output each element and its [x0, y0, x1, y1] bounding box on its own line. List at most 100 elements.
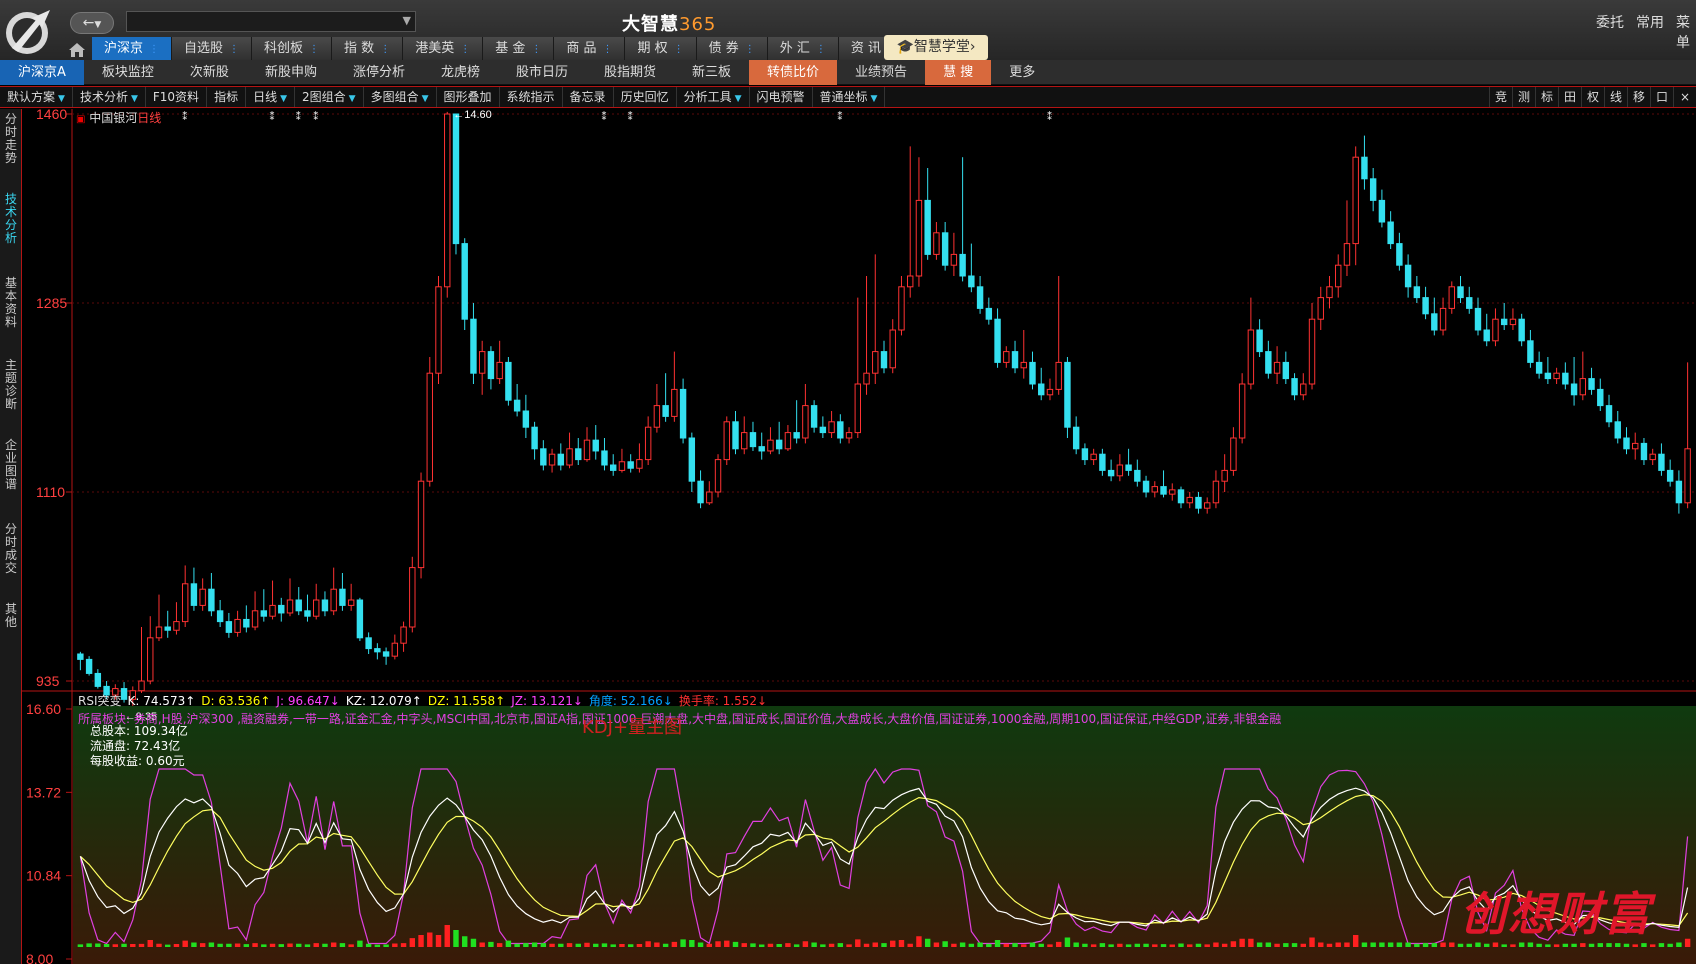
subnav-item[interactable]: 股指期货	[586, 60, 674, 85]
toolbar-button[interactable]: 2图组合 ▼	[295, 87, 364, 107]
market-tab[interactable]: 期 权 ⋮	[625, 37, 697, 60]
toolbar-button[interactable]: F10资料	[146, 87, 208, 107]
toolbar-button[interactable]: 系统指示	[500, 87, 563, 107]
toolbar-right-button[interactable]: 口	[1650, 87, 1673, 107]
volume-bar	[1309, 937, 1315, 947]
toolbar-button[interactable]: 图形叠加	[437, 87, 500, 107]
toolbar-button[interactable]: 默认方案 ▼	[0, 87, 73, 107]
market-tab[interactable]: 外 汇 ⋮	[767, 37, 839, 60]
subnav-item[interactable]: 业绩预告	[837, 60, 925, 85]
dropdown-arrow-icon[interactable]: ▼	[280, 94, 287, 104]
vertical-tab[interactable]: 企业图谱	[2, 439, 20, 491]
fundamental-label: 每股收益:	[90, 754, 143, 768]
candle-body	[1064, 361, 1071, 428]
candle-body	[1588, 378, 1595, 390]
market-tab[interactable]: 港美英 ⋮	[403, 37, 484, 60]
market-tab[interactable]: 自选股 ⋮	[172, 37, 253, 60]
vertical-tab[interactable]: 基本资料	[2, 277, 20, 329]
toolbar-right-button[interactable]: 标	[1535, 87, 1558, 107]
market-tab[interactable]: 沪深京 ⋮	[92, 37, 173, 60]
subnav-item[interactable]: 新三板	[674, 60, 749, 85]
vertical-tab[interactable]: 分时成交	[2, 523, 20, 575]
tab-menu-icon[interactable]: ⋮	[380, 44, 390, 55]
toolbar-button[interactable]: 分析工具 ▼	[677, 87, 750, 107]
volume-bar	[1064, 937, 1071, 947]
market-tab[interactable]: 债 券 ⋮	[696, 37, 768, 60]
fundamental-label: 流通盘:	[90, 739, 131, 753]
back-forward-button[interactable]: ←▼	[70, 12, 114, 34]
dropdown-arrow-icon[interactable]: ▼	[871, 94, 878, 104]
home-icon[interactable]	[68, 42, 86, 58]
subnav-item[interactable]: 新股申购	[247, 60, 335, 85]
toolbar-right-button[interactable]: 移	[1627, 87, 1650, 107]
top-menu-common[interactable]: 常用	[1636, 12, 1664, 32]
vertical-tab[interactable]: 主题诊断	[2, 359, 20, 411]
market-tab[interactable]: 基 金 ⋮	[483, 37, 555, 60]
tab-menu-icon[interactable]: ⋮	[149, 44, 159, 55]
search-input[interactable]: ▼	[126, 11, 416, 32]
subnav-item[interactable]: 涨停分析	[335, 60, 423, 85]
volume-bar	[1099, 943, 1106, 947]
toolbar-right-button[interactable]: 竞	[1489, 87, 1512, 107]
top-menu-menu[interactable]: 菜单	[1676, 12, 1696, 52]
toolbar-button[interactable]: 备忘录	[563, 87, 614, 107]
tab-menu-icon[interactable]: ⋮	[460, 44, 470, 55]
vertical-tab[interactable]: 技术分析	[2, 193, 20, 245]
subnav-item[interactable]: 次新股	[172, 60, 247, 85]
market-tab[interactable]: 商 品 ⋮	[554, 37, 626, 60]
subnav-item[interactable]: 转债比价	[749, 60, 838, 85]
toolbar-button[interactable]: 技术分析 ▼	[73, 87, 146, 107]
kline-chart[interactable]: 1460 1285 1110 935 16.60 13.72 10.84 8.00 ←14.60…	[22, 109, 1696, 964]
candle-body	[1177, 489, 1185, 504]
toolbar-button[interactable]: 多图组合 ▼	[364, 87, 437, 107]
toolbar-right-button[interactable]: 权	[1581, 87, 1604, 107]
subnav-item[interactable]: 更多	[991, 60, 1053, 85]
toolbar-button[interactable]: 历史回忆	[614, 87, 677, 107]
tab-menu-icon[interactable]: ⋮	[229, 44, 239, 55]
dropdown-arrow-icon[interactable]: ▼	[422, 94, 429, 104]
tab-menu-icon[interactable]: ⋮	[309, 44, 319, 55]
market-tab[interactable]: 指 数 ⋮	[332, 37, 404, 60]
candle-body	[575, 448, 582, 461]
candle-body	[706, 491, 713, 504]
candle-body	[1291, 378, 1298, 396]
tab-menu-icon[interactable]: ⋮	[602, 44, 612, 55]
tab-menu-icon[interactable]: ⋮	[816, 44, 826, 55]
toolbar-button[interactable]: 指标	[207, 87, 247, 107]
tab-menu-icon[interactable]: ⋮	[674, 44, 684, 55]
vertical-tab[interactable]: 分时走势	[2, 113, 20, 165]
toolbar-right-button[interactable]: 线	[1604, 87, 1627, 107]
subnav-item[interactable]: 龙虎榜	[423, 60, 498, 85]
dropdown-arrow-icon[interactable]: ▼	[58, 94, 65, 104]
subnav-item[interactable]: 股市日历	[498, 60, 586, 85]
dropdown-arrow-icon[interactable]: ▼	[131, 94, 138, 104]
vertical-tab[interactable]: 其他	[2, 603, 20, 629]
candle-body	[1317, 297, 1324, 320]
dropdown-arrow-icon[interactable]: ▼	[735, 94, 742, 104]
fundamentals-block: 总股本: 109.34亿 流通盘: 72.43亿 每股收益: 0.60元	[90, 724, 188, 769]
toolbar-right-button[interactable]: 测	[1512, 87, 1535, 107]
toolbar-button-label: 技术分析	[79, 90, 128, 104]
toolbar-right-button[interactable]: ×	[1673, 87, 1696, 107]
market-tabs: 沪深京 ⋮ 自选股 ⋮ 科创板 ⋮ 指 数 ⋮ 港美英 ⋮ 基 金 ⋮ 商 品 ⋮ 期 权 ⋮ 债 券 ⋮ 外 汇 ⋮…	[92, 37, 982, 60]
tab-menu-icon[interactable]: ⋮	[531, 44, 541, 55]
candle-body	[854, 383, 862, 434]
volume-bar	[523, 943, 529, 947]
toolbar-right-button[interactable]: 田	[1558, 87, 1581, 107]
candle-body	[653, 405, 661, 428]
subnav-item[interactable]: 沪深京A	[0, 60, 84, 85]
subnav-item[interactable]: 板块监控	[84, 60, 172, 85]
zhihui-school-button[interactable]: 🎓智慧学堂›	[884, 35, 988, 60]
chart-canvas[interactable]: 1460 1285 1110 935 16.60 13.72 10.84 8.00 ←14.60…	[22, 109, 1696, 964]
dropdown-arrow-icon[interactable]: ▼	[403, 14, 411, 27]
toolbar-button[interactable]: 日线 ▼	[246, 87, 296, 107]
candle-body	[470, 318, 477, 374]
toolbar-button[interactable]: 闪电预警	[750, 87, 813, 107]
top-menu-entrust[interactable]: 委托	[1596, 12, 1624, 32]
subnav-item[interactable]: 慧 搜	[925, 60, 992, 85]
candle-body	[77, 653, 84, 660]
market-tab[interactable]: 科创板 ⋮	[252, 37, 333, 60]
dropdown-arrow-icon[interactable]: ▼	[349, 94, 356, 104]
toolbar-button[interactable]: 普通坐标 ▼	[813, 87, 886, 107]
tab-menu-icon[interactable]: ⋮	[745, 44, 755, 55]
